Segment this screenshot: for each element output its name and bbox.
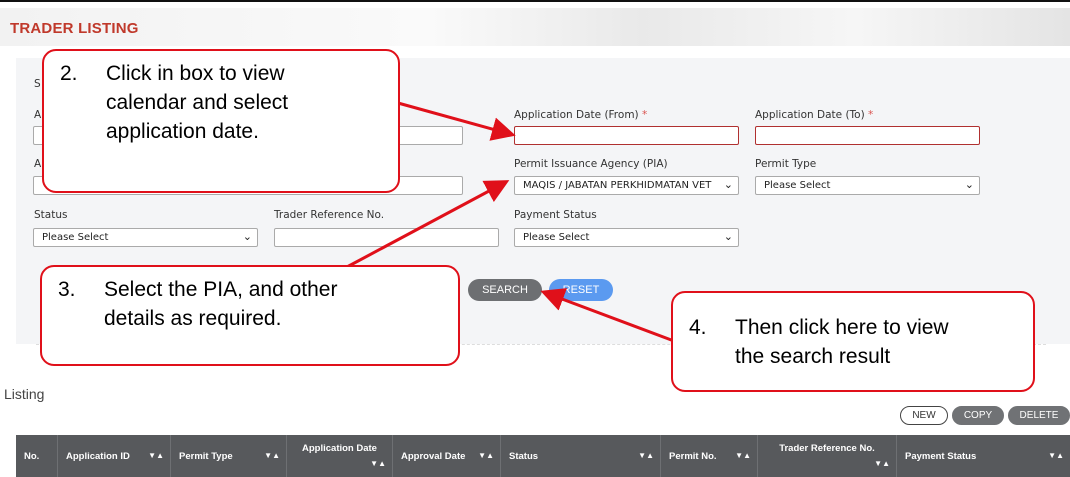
app-date-to-input[interactable] (755, 126, 980, 145)
trader-listing-page: TRADER LISTING S A A Application Date (F… (0, 0, 1070, 477)
payment-status-label: Payment Status (514, 209, 597, 221)
status-select[interactable]: Please Select ⌄ (33, 228, 258, 247)
column-header-label: Application ID (66, 451, 130, 462)
callout-line: the search result (735, 345, 891, 368)
callout-line: Click in box to view (106, 62, 285, 85)
partial-label: S (34, 78, 41, 90)
chevron-down-icon: ⌄ (242, 230, 252, 243)
top-frame-border (0, 0, 1070, 8)
payment-status-select-value: Please Select (523, 232, 590, 243)
column-header-label: Application Date (302, 443, 377, 454)
table-header: No. Application ID ▼▲ Permit Type ▼▲ App… (16, 435, 1070, 477)
listing-title: Listing (4, 386, 45, 402)
callout-number: 3. (58, 278, 76, 301)
reset-button[interactable]: RESET (549, 279, 613, 301)
pia-select-value: MAQIS / JABATAN PERKHIDMATAN VET (523, 180, 712, 191)
partial-label: A (34, 158, 42, 170)
callout-step-4: 4. Then click here to view the search re… (671, 291, 1035, 392)
callout-text: Click in box to view calendar and select… (106, 59, 288, 146)
column-header-label: Status (509, 451, 539, 462)
header-bar (0, 8, 1070, 46)
payment-status-select[interactable]: Please Select ⌄ (514, 228, 739, 247)
permit-type-select-value: Please Select (764, 180, 831, 191)
column-header-label: Payment Status (905, 451, 977, 462)
column-header-payment-status[interactable]: Payment Status ▼▲ (897, 435, 1070, 477)
trader-ref-input[interactable] (274, 228, 499, 247)
delete-button[interactable]: DELETE (1008, 406, 1070, 425)
status-label: Status (34, 209, 68, 221)
sort-icon[interactable]: ▼▲ (1048, 451, 1064, 460)
callout-step-3: 3. Select the PIA, and other details as … (40, 265, 460, 366)
search-button[interactable]: SEARCH (468, 279, 542, 301)
chevron-down-icon: ⌄ (723, 178, 733, 191)
page-title: TRADER LISTING (10, 20, 139, 37)
permit-type-label: Permit Type (755, 158, 817, 170)
new-button[interactable]: NEW (900, 406, 948, 425)
callout-step-2: 2. Click in box to view calendar and sel… (42, 49, 400, 193)
column-header-status[interactable]: Status ▼▲ (501, 435, 661, 477)
column-header-approval-date[interactable]: Approval Date ▼▲ (393, 435, 501, 477)
pia-select[interactable]: MAQIS / JABATAN PERKHIDMATAN VET ⌄ (514, 176, 739, 195)
partial-label: A (34, 109, 42, 121)
chevron-down-icon: ⌄ (723, 230, 733, 243)
column-header-permit-type[interactable]: Permit Type ▼▲ (171, 435, 287, 477)
column-header-label: No. (24, 451, 40, 462)
column-header-application-id[interactable]: Application ID ▼▲ (58, 435, 171, 477)
app-date-from-label: Application Date (From) * (514, 109, 648, 121)
sort-icon[interactable]: ▼▲ (148, 451, 164, 460)
trader-ref-label: Trader Reference No. (274, 209, 385, 221)
callout-line: Select the PIA, and other (104, 278, 338, 301)
callout-line: Then click here to view (735, 316, 949, 339)
column-header-label: Permit No. (669, 451, 717, 462)
column-header-permit-no[interactable]: Permit No. ▼▲ (661, 435, 758, 477)
column-header-label: Approval Date (401, 451, 466, 462)
permit-type-select[interactable]: Please Select ⌄ (755, 176, 980, 195)
callout-line: calendar and select (106, 91, 289, 114)
callout-line: application date. (106, 120, 259, 143)
column-header-label: Permit Type (179, 451, 233, 462)
column-header-label: Trader Reference No. (779, 443, 875, 454)
copy-button[interactable]: COPY (952, 406, 1004, 425)
callout-line: details as required. (104, 307, 282, 330)
callout-text: Select the PIA, and other details as req… (104, 275, 337, 333)
sort-icon[interactable]: ▼▲ (478, 451, 494, 460)
sort-icon[interactable]: ▼▲ (638, 451, 654, 460)
sort-icon[interactable]: ▼▲ (264, 451, 280, 460)
sort-icon[interactable]: ▼▲ (735, 451, 751, 460)
column-header-application-date[interactable]: Application Date ▼▲ (287, 435, 393, 477)
callout-number: 4. (689, 316, 707, 339)
pia-label: Permit Issuance Agency (PIA) (514, 158, 668, 170)
status-select-value: Please Select (42, 232, 109, 243)
callout-text: Then click here to view the search resul… (735, 313, 949, 371)
chevron-down-icon: ⌄ (964, 178, 974, 191)
column-header-trader-ref[interactable]: Trader Reference No. ▼▲ (758, 435, 897, 477)
column-header-no[interactable]: No. (16, 435, 58, 477)
sort-icon[interactable]: ▼▲ (370, 459, 386, 468)
app-date-from-input[interactable] (514, 126, 739, 145)
app-date-to-label: Application Date (To) * (755, 109, 874, 121)
callout-number: 2. (60, 62, 78, 85)
sort-icon[interactable]: ▼▲ (874, 459, 890, 468)
